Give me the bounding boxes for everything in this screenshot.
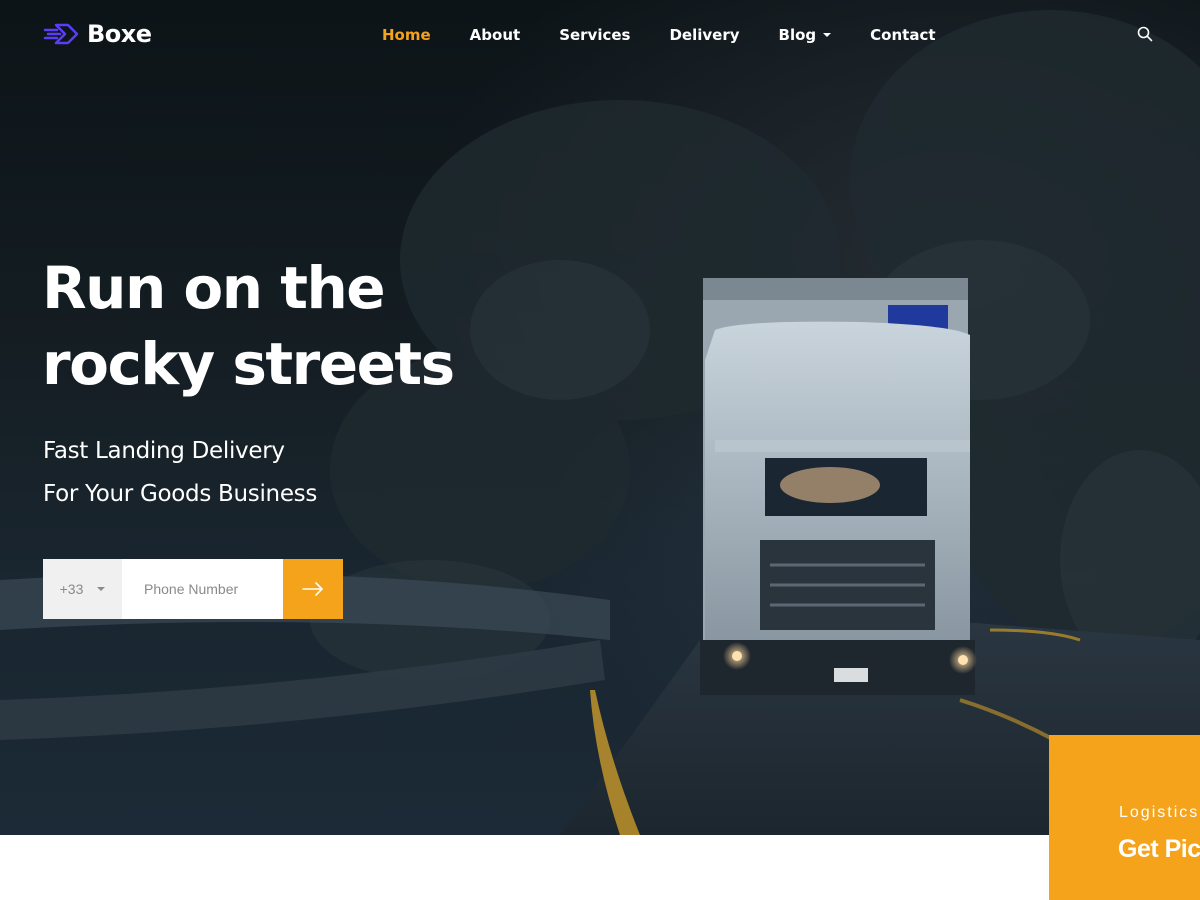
nav-item-blog-label: Blog	[778, 26, 817, 44]
main-nav: Home About Services Delivery Blog Contac…	[382, 26, 936, 44]
chevron-down-icon	[97, 587, 106, 591]
country-code-value: +33	[59, 581, 84, 597]
phone-number-input[interactable]	[122, 559, 283, 619]
truck-background-image	[0, 10, 1200, 835]
nav-item-services[interactable]: Services	[559, 26, 630, 44]
phone-form: +33	[43, 559, 343, 619]
chevron-down-icon	[823, 33, 832, 37]
brand-name: Boxe	[87, 20, 152, 48]
country-code-select[interactable]: +33	[43, 559, 122, 619]
nav-item-about[interactable]: About	[470, 26, 521, 44]
nav-item-delivery[interactable]: Delivery	[669, 26, 739, 44]
nav-item-contact[interactable]: Contact	[870, 26, 935, 44]
hero-title: Run on the rocky streets	[42, 250, 602, 402]
pickup-callout-card[interactable]: Logistics Get Pick	[1049, 735, 1200, 900]
hero-subtitle: Fast Landing Delivery For Your Goods Bus…	[43, 430, 543, 516]
nav-item-home[interactable]: Home	[382, 26, 431, 44]
search-button[interactable]	[1137, 26, 1153, 42]
hero-subtitle-line1: Fast Landing Delivery	[43, 438, 285, 464]
arrow-right-icon	[302, 582, 323, 596]
hero-subtitle-line2: For Your Goods Business	[43, 481, 318, 507]
brand-logo[interactable]: Boxe	[43, 20, 152, 48]
callout-title: Get Pick	[1118, 835, 1200, 863]
nav-item-blog[interactable]: Blog	[779, 26, 832, 44]
submit-phone-button[interactable]	[283, 559, 343, 619]
callout-eyebrow: Logistics	[1119, 804, 1200, 821]
hero-title-line1: Run on the	[42, 254, 386, 322]
search-icon	[1137, 26, 1153, 42]
box-speed-icon	[43, 23, 79, 45]
hero-section: Boxe Home About Services Delivery Blog C…	[0, 0, 1200, 835]
hero-title-line2: rocky streets	[42, 330, 455, 398]
